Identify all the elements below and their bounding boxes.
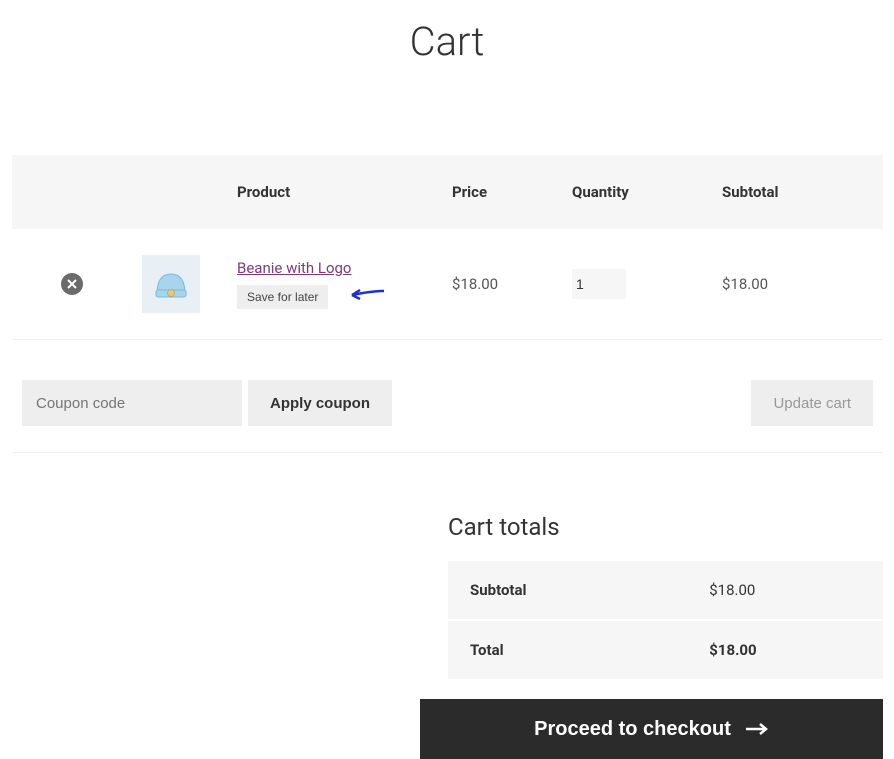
col-thumbnail xyxy=(132,155,227,229)
quantity-input[interactable] xyxy=(572,269,626,299)
cart-table: Product Price Quantity Subtotal xyxy=(12,155,883,453)
cart-actions-bar: Apply coupon Update cart xyxy=(22,380,873,426)
cart-totals-section: Cart totals Subtotal $18.00 Total $18.00… xyxy=(448,513,883,759)
product-link[interactable]: Beanie with Logo xyxy=(237,259,352,277)
proceed-to-checkout-button[interactable]: Proceed to checkout xyxy=(420,699,883,759)
col-remove xyxy=(12,155,132,229)
product-thumbnail[interactable] xyxy=(142,255,200,313)
remove-item-button[interactable] xyxy=(61,273,83,295)
save-for-later-button[interactable]: Save for later xyxy=(237,285,328,309)
col-quantity: Quantity xyxy=(562,155,712,229)
subtotal-label: Subtotal xyxy=(448,561,687,620)
col-price: Price xyxy=(442,155,562,229)
subtotal-value: $18.00 xyxy=(687,561,883,620)
cart-totals-title: Cart totals xyxy=(448,513,883,541)
annotation-arrow-icon xyxy=(342,287,386,307)
beanie-icon xyxy=(151,264,191,304)
col-subtotal: Subtotal xyxy=(712,155,883,229)
item-subtotal: $18.00 xyxy=(712,229,883,340)
cart-item-row: Beanie with Logo Save for later $18.00 $… xyxy=(12,229,883,340)
total-label: Total xyxy=(448,620,687,679)
page-title: Cart xyxy=(0,18,894,65)
col-product: Product xyxy=(227,155,442,229)
checkout-label: Proceed to checkout xyxy=(534,718,731,741)
apply-coupon-button[interactable]: Apply coupon xyxy=(248,380,392,426)
arrow-right-icon xyxy=(745,716,769,742)
close-icon xyxy=(67,279,77,289)
coupon-code-input[interactable] xyxy=(22,380,242,426)
item-price: $18.00 xyxy=(442,229,562,340)
cart-totals-table: Subtotal $18.00 Total $18.00 xyxy=(448,561,883,679)
total-value: $18.00 xyxy=(687,620,883,679)
update-cart-button[interactable]: Update cart xyxy=(751,380,873,426)
